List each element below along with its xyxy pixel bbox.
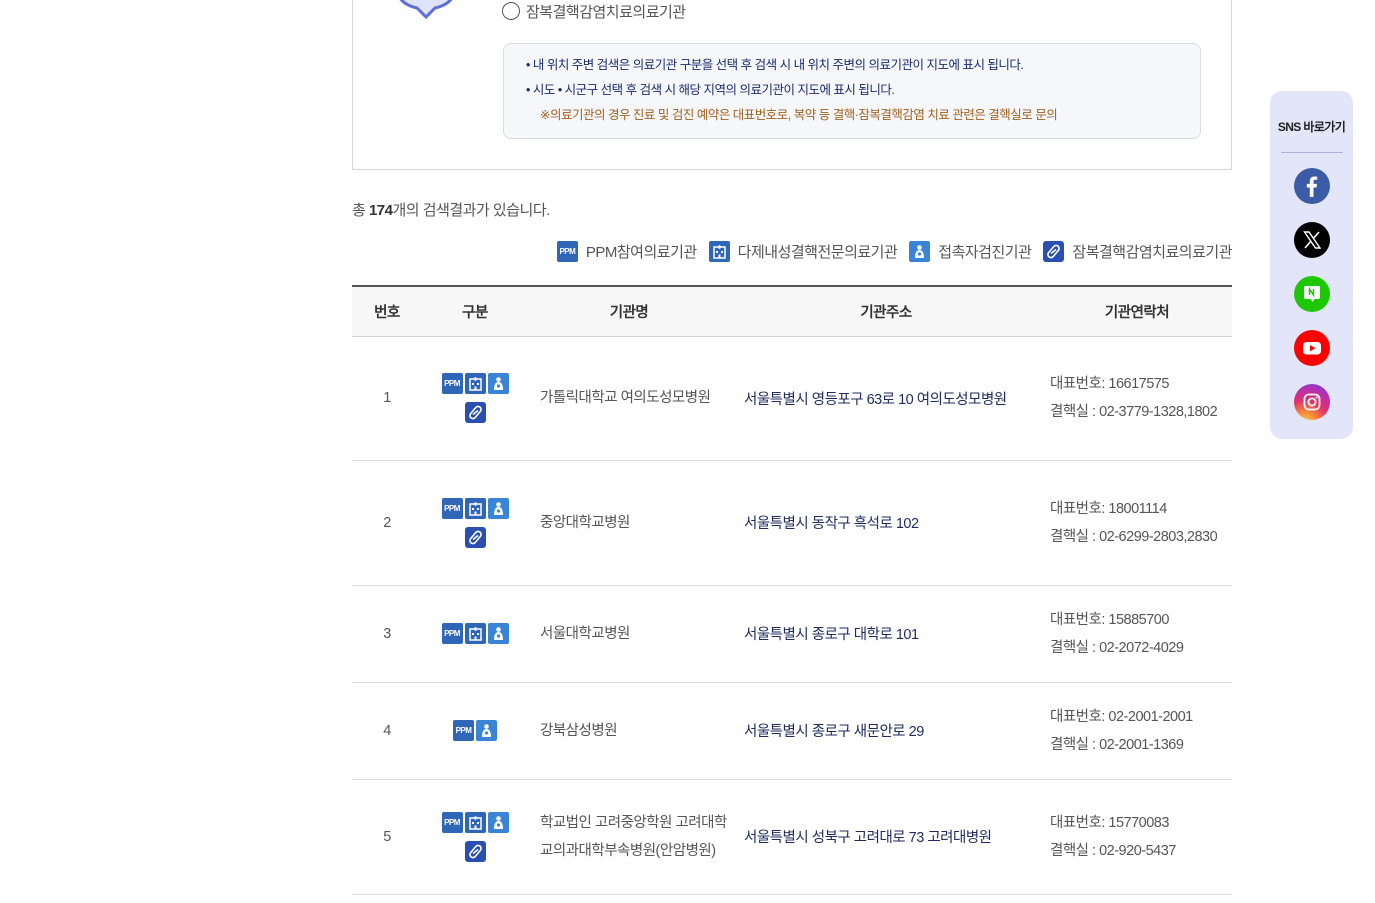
row-name: 강북삼성병원 (528, 682, 730, 780)
header-contact: 기관연락처 (1042, 285, 1232, 337)
notice-line: • 내 위치 주변 검색은 의료기관 구분을 선택 후 검색 시 내 위치 주변… (526, 58, 1024, 72)
row-type-icons: PPM (422, 682, 528, 780)
ppm-icon: PPM (441, 373, 463, 394)
legend-item-ppm: PPM PPM참여의료기관 (556, 241, 697, 262)
row-number: 4 (352, 682, 422, 780)
instagram-icon[interactable] (1293, 384, 1330, 420)
row-name: 서울대학교병원 (528, 585, 730, 683)
row-contact: 대표번호: 18001114 결핵실 : 02-6299-2803,2830 (1042, 460, 1232, 586)
row-name: 학교법인 고려중앙학원 고려대학교의과대학부속병원(안암병원) (528, 779, 730, 895)
hospital-icon (464, 497, 486, 519)
row-address[interactable]: 서울특별시 성북구 고려대로 73 고려대병원 (730, 779, 1042, 895)
row-contact: 대표번호: 02-2001-2001 결핵실 : 02-2001-1369 (1042, 682, 1232, 780)
pill-icon (1043, 241, 1065, 262)
row-type-icons: PPM (422, 336, 528, 461)
main-phone: 대표번호: 16617575 (1050, 376, 1169, 392)
row-contact: 대표번호: 15885700 결핵실 : 02-2072-4029 (1042, 585, 1232, 683)
header-type: 구분 (422, 285, 528, 337)
person-icon (487, 373, 509, 394)
table-row[interactable]: 3 PPM 서울대학교병원 서울특별시 종로구 대학로 101 대표번호: 15… (352, 585, 1232, 683)
tb-phone: 결핵실 : 02-920-5437 (1050, 842, 1176, 859)
tb-phone: 결핵실 : 02-6299-2803,2830 (1050, 528, 1218, 545)
notice-box: • 내 위치 주변 검색은 의료기관 구분을 선택 후 검색 시 내 위치 주변… (503, 43, 1201, 139)
tb-phone: 결핵실 : 02-3779-1328,1802 (1050, 404, 1218, 420)
legend-label: 잠복결핵감염치료의료기관 (1072, 244, 1232, 261)
row-number: 5 (352, 779, 422, 895)
row-address[interactable]: 서울특별시 종로구 대학로 101 (730, 585, 1042, 683)
header-number: 번호 (352, 285, 422, 337)
row-type-icons: PPM (422, 779, 528, 895)
row-number: 3 (352, 585, 422, 683)
person-icon (487, 497, 509, 519)
radio-label: 잠복결핵감염치료의료기관 (526, 3, 686, 21)
header-address: 기관주소 (730, 285, 1042, 337)
row-number: 2 (352, 460, 422, 586)
row-address[interactable]: 서울특별시 동작구 흑석로 102 (730, 460, 1042, 586)
person-icon (476, 720, 497, 741)
table-row[interactable]: 5 PPM 학교법인 고려중앙학원 고려대학교의과대학부속병원(안암병원) 서울… (352, 779, 1232, 895)
result-count-suffix: 개의 검색결과가 있습니다. (392, 202, 551, 219)
person-icon (487, 623, 509, 644)
ppm-icon: PPM (441, 497, 463, 519)
pill-icon (464, 840, 486, 862)
ppm-icon: PPM (441, 623, 463, 644)
row-number: 1 (352, 336, 422, 461)
blog-icon[interactable] (1293, 276, 1330, 312)
main-phone: 대표번호: 18001114 (1050, 500, 1167, 517)
row-type-icons: PPM (422, 585, 528, 683)
row-type-icons: PPM (422, 460, 528, 586)
ppm-icon: PPM (556, 241, 578, 262)
table-row[interactable]: 2 PPM 중앙대학교병원 서울특별시 동작구 흑석로 102 대표번호: 18… (352, 460, 1232, 586)
table-header-row: 번호 구분 기관명 기관주소 기관연락처 (352, 285, 1232, 337)
ppm-icon: PPM (453, 720, 474, 741)
row-name: 가톨릭대학교 여의도성모병원 (528, 336, 730, 461)
tb-phone: 결핵실 : 02-2072-4029 (1050, 639, 1184, 656)
radio-button[interactable] (502, 2, 520, 20)
radio-latent-tb-treatment[interactable]: 잠복결핵감염치료의료기관 (502, 0, 686, 22)
legend-item-person: 접촉자검진기관 (909, 241, 1032, 262)
pill-icon (464, 402, 486, 423)
legend-item-pill: 잠복결핵감염치료의료기관 (1043, 241, 1232, 262)
legend-label: 다제내성결핵전문의료기관 (737, 244, 898, 261)
result-count-number: 174 (368, 202, 393, 219)
notice-warning: ※의료기관의 경우 진료 및 검진 예약은 대표번호로, 복약 등 결핵·잠복결… (540, 108, 1058, 122)
person-icon (909, 241, 931, 262)
pill-icon (464, 526, 486, 548)
tb-phone: 결핵실 : 02-2001-1369 (1050, 736, 1184, 753)
map-pin-illustration (399, 0, 453, 20)
sns-panel: SNS 바로가기 (1270, 91, 1353, 439)
row-contact: 대표번호: 15770083 결핵실 : 02-920-5437 (1042, 779, 1232, 895)
youtube-icon[interactable] (1293, 330, 1330, 366)
main-phone: 대표번호: 15770083 (1050, 814, 1169, 831)
ppm-icon: PPM (441, 811, 463, 833)
header-name: 기관명 (528, 285, 730, 337)
hospital-icon (708, 241, 730, 262)
main-phone: 대표번호: 02-2001-2001 (1050, 708, 1193, 725)
legend-label: PPM참여의료기관 (585, 244, 697, 261)
x-icon[interactable] (1293, 222, 1330, 258)
row-address[interactable]: 서울특별시 영등포구 63로 10 여의도성모병원 (730, 336, 1042, 461)
legend-item-hospital: 다제내성결핵전문의료기관 (708, 241, 898, 262)
sns-divider (1280, 152, 1343, 153)
result-count-prefix: 총 (352, 202, 369, 219)
hospital-icon (464, 811, 486, 833)
person-icon (487, 811, 509, 833)
hospital-icon (464, 623, 486, 644)
results-table: 번호 구분 기관명 기관주소 기관연락처 1 PPM 가톨릭대학교 여의도성모병… (352, 285, 1232, 895)
row-contact: 대표번호: 16617575 결핵실 : 02-3779-1328,1802 (1042, 336, 1232, 461)
notice-line: • 시도 • 시군구 선택 후 검색 시 해당 지역의 의료기관이 지도에 표시… (526, 83, 895, 97)
row-name: 중앙대학교병원 (528, 460, 730, 586)
hospital-icon (464, 373, 486, 394)
result-count: 총 174개의 검색결과가 있습니다. (352, 199, 550, 220)
facebook-icon[interactable] (1293, 168, 1330, 204)
row-address[interactable]: 서울특별시 종로구 새문안로 29 (730, 682, 1042, 780)
legend-label: 접촉자검진기관 (938, 244, 1032, 261)
main-phone: 대표번호: 15885700 (1050, 611, 1169, 628)
table-row[interactable]: 4 PPM 강북삼성병원 서울특별시 종로구 새문안로 29 대표번호: 02-… (352, 682, 1232, 780)
table-row[interactable]: 1 PPM 가톨릭대학교 여의도성모병원 서울특별시 영등포구 63로 10 여… (352, 336, 1232, 461)
legend: PPM PPM참여의료기관 다제내성결핵전문의료기관 접촉자검진기관 잠복결핵감… (556, 241, 1232, 262)
sns-title: SNS 바로가기 (1277, 120, 1346, 134)
